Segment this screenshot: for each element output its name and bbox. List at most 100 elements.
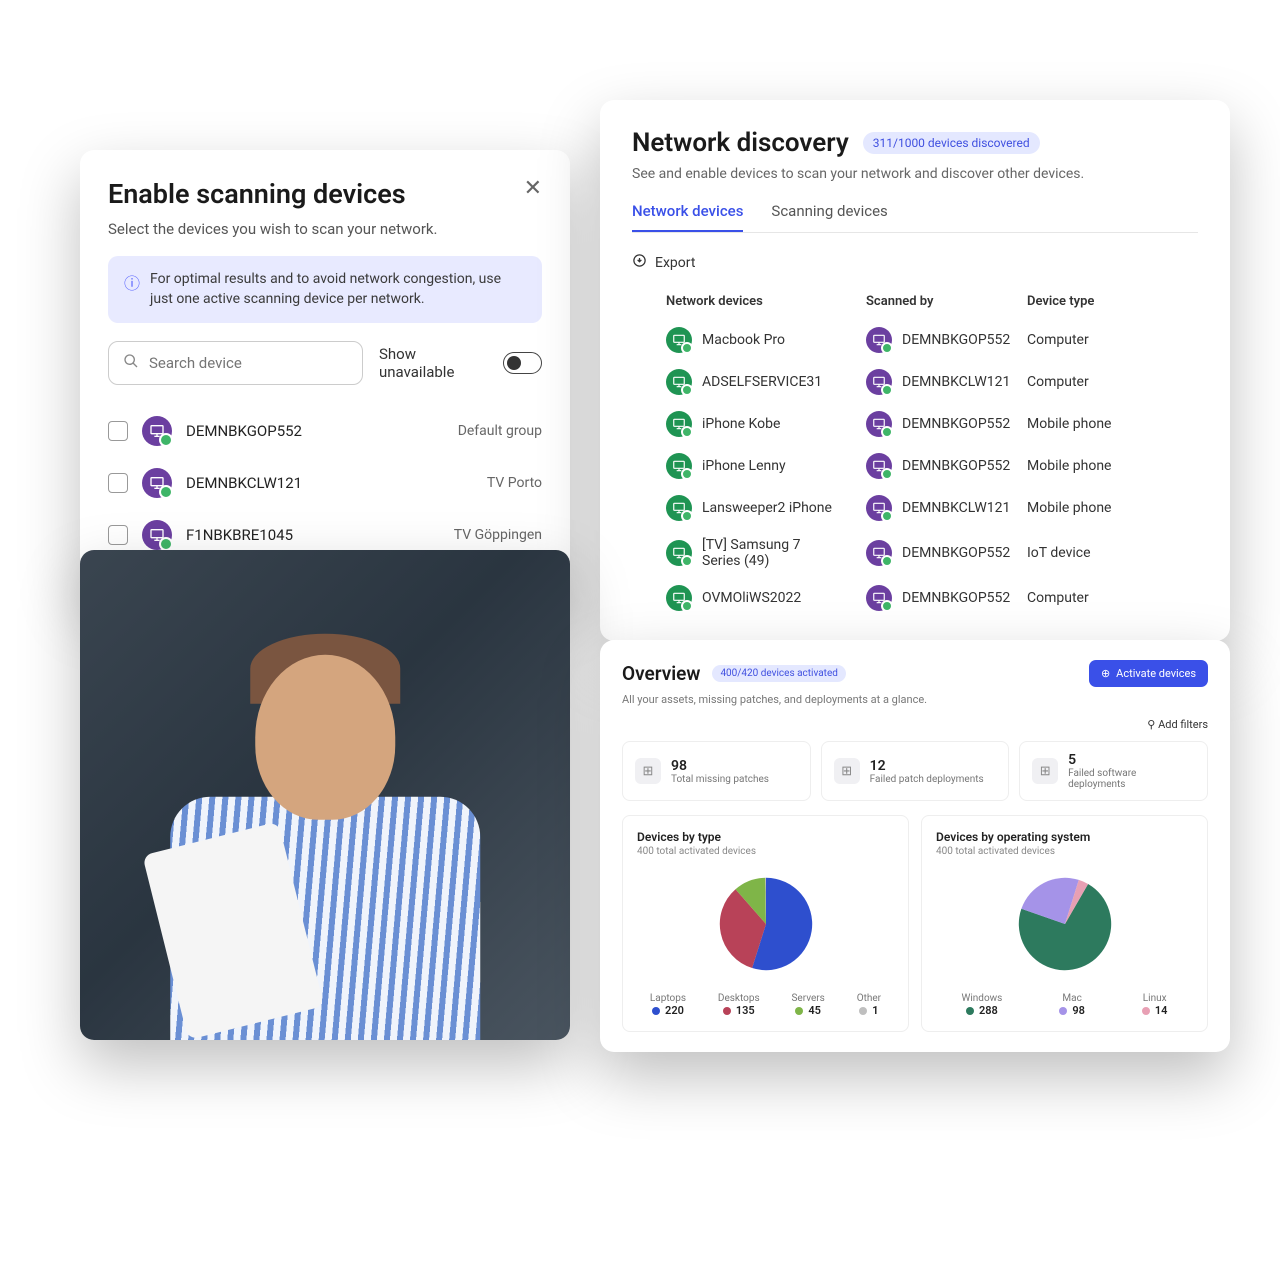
legend-item: Other1 — [857, 993, 881, 1017]
stat-label: Total missing patches — [671, 774, 769, 785]
devices-by-type-chart: Devices by type 400 total activated devi… — [622, 815, 909, 1032]
tab-network-devices[interactable]: Network devices — [632, 202, 743, 232]
export-button[interactable]: Export — [632, 243, 1198, 286]
legend-dot — [859, 1007, 867, 1015]
stat-card[interactable]: ⊞98Total missing patches — [622, 741, 811, 801]
stat-value: 5 — [1068, 752, 1195, 768]
info-icon: ⓘ — [124, 270, 140, 309]
device-group: TV Göppingen — [454, 527, 542, 543]
legend-item: Linux14 — [1142, 993, 1168, 1017]
table-row[interactable]: ADSELFSERVICE31DEMNBKCLW121Computer — [632, 361, 1198, 403]
device-checkbox[interactable] — [108, 525, 128, 545]
device-icon — [142, 416, 172, 446]
legend-item: Mac98 — [1059, 993, 1085, 1017]
devices-by-os-chart: Devices by operating system 400 total ac… — [921, 815, 1208, 1032]
device-checkbox[interactable] — [108, 421, 128, 441]
device-row: DEMNBKGOP552 Default group — [108, 405, 542, 457]
info-banner: ⓘ For optimal results and to avoid netwo… — [108, 256, 542, 323]
stat-label: Failed patch deployments — [870, 774, 984, 785]
column-header: Network devices — [632, 294, 832, 309]
show-unavailable-toggle[interactable] — [503, 352, 542, 374]
legend-dot — [652, 1007, 660, 1015]
scanned-by: DEMNBKGOP552 — [902, 458, 1010, 474]
device-name: ADSELFSERVICE31 — [702, 374, 822, 390]
scanned-by: DEMNBKGOP552 — [902, 545, 1010, 561]
scanner-icon — [866, 369, 892, 395]
stat-icon: ⊞ — [834, 758, 860, 784]
table-row[interactable]: Macbook ProDEMNBKGOP552Computer — [632, 319, 1198, 361]
export-icon — [632, 253, 647, 272]
stat-label: Failed software deployments — [1068, 768, 1195, 790]
marketing-photo — [80, 550, 570, 1040]
legend-label: Laptops — [650, 993, 686, 1004]
legend-label: Windows — [961, 993, 1002, 1004]
device-type: Mobile phone — [1027, 416, 1198, 432]
legend-value: 14 — [1155, 1004, 1168, 1017]
legend-value: 1 — [872, 1004, 878, 1017]
panel-title: Enable scanning devices — [108, 178, 406, 210]
filter-icon: ⚲ — [1147, 718, 1155, 731]
scanner-icon — [866, 540, 892, 566]
device-icon — [666, 495, 692, 521]
stat-card[interactable]: ⊞5Failed software deployments — [1019, 741, 1208, 801]
device-type: IoT device — [1027, 545, 1198, 561]
legend-label: Linux — [1142, 993, 1168, 1004]
add-filters-button[interactable]: ⚲ Add filters — [622, 718, 1208, 731]
stat-icon: ⊞ — [635, 758, 661, 784]
device-name: DEMNBKGOP552 — [186, 422, 444, 440]
table-row[interactable]: iPhone KobeDEMNBKGOP552Mobile phone — [632, 403, 1198, 445]
chart-title: Devices by operating system — [936, 830, 1193, 844]
export-label: Export — [655, 255, 695, 271]
devices-activated-badge: 400/420 devices activated — [712, 665, 845, 682]
enable-scanning-panel: Enable scanning devices ✕ Select the dev… — [80, 150, 570, 589]
legend-dot — [795, 1007, 803, 1015]
device-type: Mobile phone — [1027, 458, 1198, 474]
legend-value: 45 — [808, 1004, 821, 1017]
filters-label: Add filters — [1158, 718, 1208, 731]
device-icon — [666, 585, 692, 611]
search-input[interactable] — [149, 354, 348, 372]
search-input-wrapper[interactable] — [108, 341, 363, 385]
panel-title: Overview — [622, 662, 700, 685]
tab-scanning-devices[interactable]: Scanning devices — [771, 202, 887, 232]
device-group: Default group — [458, 423, 542, 439]
device-name: F1NBKBRE1045 — [186, 526, 440, 544]
stat-card[interactable]: ⊞12Failed patch deployments — [821, 741, 1010, 801]
panel-subtitle: All your assets, missing patches, and de… — [622, 693, 1208, 706]
legend-value: 288 — [979, 1004, 998, 1017]
legend-item: Windows288 — [961, 993, 1002, 1017]
device-icon — [666, 540, 692, 566]
table-row[interactable]: OVMOliWS2022DEMNBKGOP552Computer — [632, 577, 1198, 619]
legend-dot — [1059, 1007, 1067, 1015]
scanned-by: DEMNBKGOP552 — [902, 416, 1010, 432]
scanner-icon — [866, 327, 892, 353]
legend-label: Other — [857, 993, 881, 1004]
chart-subtitle: 400 total activated devices — [936, 846, 1193, 857]
table-row[interactable]: [TV] Samsung 7 Series (49) DEMNBKGOP552 Io… — [632, 529, 1198, 577]
device-icon — [666, 453, 692, 479]
table-row[interactable]: iPhone LennyDEMNBKGOP552Mobile phone — [632, 445, 1198, 487]
activate-devices-button[interactable]: ⊕ Activate devices — [1089, 660, 1208, 687]
device-name: DEMNBKCLW121 — [186, 474, 473, 492]
scanned-by: DEMNBKGOP552 — [902, 590, 1010, 606]
scanner-icon — [866, 453, 892, 479]
pie-chart — [711, 869, 821, 979]
network-discovery-panel: Network discovery 311/1000 devices disco… — [600, 100, 1230, 641]
button-label: Activate devices — [1116, 667, 1196, 680]
devices-discovered-badge: 311/1000 devices discovered — [863, 132, 1040, 154]
device-checkbox[interactable] — [108, 473, 128, 493]
legend-value: 98 — [1072, 1004, 1085, 1017]
show-unavailable-label: Show unavailable — [379, 345, 493, 381]
info-text: For optimal results and to avoid network… — [150, 270, 526, 309]
overview-panel: Overview 400/420 devices activated ⊕ Act… — [600, 640, 1230, 1052]
scanner-icon — [866, 585, 892, 611]
device-name: [TV] Samsung 7 Series (49) — [702, 537, 832, 569]
legend-item: Laptops220 — [650, 993, 686, 1017]
device-name: Macbook Pro — [702, 332, 785, 348]
panel-subtitle: Select the devices you wish to scan your… — [108, 220, 542, 238]
panel-title: Network discovery — [632, 128, 849, 158]
table-row[interactable]: Lansweeper2 iPhoneDEMNBKCLW121Mobile pho… — [632, 487, 1198, 529]
pie-chart — [1010, 869, 1120, 979]
close-icon[interactable]: ✕ — [524, 178, 542, 200]
scanner-icon — [866, 411, 892, 437]
